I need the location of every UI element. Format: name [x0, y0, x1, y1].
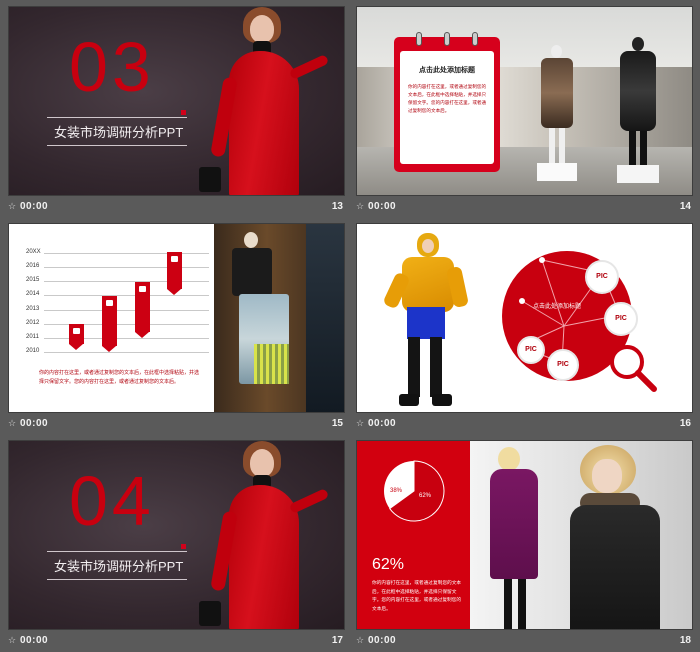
mannequin-right — [615, 37, 661, 183]
star-icon: ☆ — [356, 418, 365, 428]
boutique-rack-photo — [214, 224, 344, 412]
center-title: 点击此处添加标题 — [532, 304, 581, 310]
title-divider-top — [47, 551, 187, 552]
chat-icon — [106, 300, 113, 306]
section-number: 03 — [69, 28, 155, 106]
pic-placeholder: PIC — [547, 349, 579, 381]
slide-16-preview: 点击此处添加标题 PIC PIC PIC PIC — [356, 223, 693, 413]
note-card: 点击此处添加标题 你的内容打在这里，或者通过复制您的文本后，在此框中选择粘贴，并… — [394, 32, 500, 172]
gridline — [44, 281, 209, 282]
gridline — [44, 352, 209, 353]
accent-dot — [181, 544, 186, 549]
slide-number: 14 — [679, 201, 691, 212]
body-text: 你的内容打在这里，或者通过复制您的文本后，在此框中选择粘贴，并选择只保留文字。您… — [39, 370, 200, 385]
slide-18-preview: 38% 62% 62% 你的内容打在这里，或者通过复制您的文本后，在此框中选择粘… — [356, 440, 693, 630]
slide-17-preview: 04 女装市场调研分析PPT — [8, 440, 345, 630]
gridline — [44, 310, 209, 311]
gridline — [44, 267, 209, 268]
slide-thumbnail-14[interactable]: 点击此处添加标题 你的内容打在这里，或者通过复制您的文本后，在此框中选择粘贴，并… — [356, 6, 693, 218]
slide-thumbnail-18[interactable]: 38% 62% 62% 你的内容打在这里，或者通过复制您的文本后，在此框中选择粘… — [356, 440, 693, 652]
slide-number: 18 — [679, 635, 691, 646]
slide-timing: 00:00 — [368, 635, 397, 646]
gridline — [44, 295, 209, 296]
slide-thumbnail-16[interactable]: 点击此处添加标题 PIC PIC PIC PIC ☆ 00:00 16 — [356, 223, 693, 435]
timeline-label: 2013 — [26, 306, 40, 312]
red-info-panel: 38% 62% 62% 你的内容打在这里，或者通过复制您的文本后，在此框中选择粘… — [357, 441, 470, 629]
body-text: 你的内容打在这里，或者通过复制您的文本后，在此框中选择粘贴，并选择只保留文字。您… — [372, 580, 462, 611]
note-title: 点击此处添加标题 — [419, 67, 475, 74]
gridline — [44, 253, 209, 254]
note-body: 你的内容打在这里，或者通过复制您的文本后，在此框中选择粘贴，并选择只保留文字。您… — [408, 84, 487, 113]
two-women-coats-photo — [470, 441, 692, 629]
title-divider-top — [47, 117, 187, 118]
timeline-flag-user — [69, 324, 84, 350]
star-icon: ☆ — [356, 201, 365, 211]
title-divider-bottom — [47, 579, 187, 580]
slide-number: 16 — [679, 418, 691, 429]
slide-thumbnail-13[interactable]: 03 女装市场调研分析PPT ☆ 00:00 13 — [8, 6, 345, 218]
accent-dot — [181, 110, 186, 115]
magnifier-icon — [610, 345, 657, 392]
pie-label-big: 62% — [419, 493, 432, 499]
slide-timing: 00:00 — [20, 635, 49, 646]
cart-icon — [171, 256, 178, 262]
pie-label-small: 38% — [390, 488, 403, 494]
slide-title: 女装市场调研分析PPT — [54, 125, 184, 140]
slide-footer: ☆ 00:00 16 — [356, 415, 693, 433]
timeline-flag-chat — [102, 296, 117, 352]
pic-placeholder: PIC — [517, 336, 545, 364]
slide-footer: ☆ 00:00 15 — [8, 415, 345, 433]
slide-number: 15 — [331, 418, 343, 429]
slide-13-preview: 03 女装市场调研分析PPT — [8, 6, 345, 196]
network-node — [519, 298, 525, 304]
title-divider-bottom — [47, 145, 187, 146]
slide-timing: 00:00 — [368, 201, 397, 212]
timeline-label: 2015 — [26, 277, 40, 283]
slide-number: 13 — [331, 201, 343, 212]
pic-placeholder: PIC — [604, 302, 638, 336]
slide-15-preview: 20XX 2016 2015 2014 2013 2012 2011 2010 … — [8, 223, 345, 413]
slide-timing: 00:00 — [20, 418, 49, 429]
slide-footer: ☆ 00:00 14 — [356, 198, 693, 216]
star-icon: ☆ — [8, 201, 17, 211]
timeline-label: 2014 — [26, 291, 40, 297]
star-icon: ☆ — [356, 635, 365, 645]
slide-thumbnail-17[interactable]: 04 女装市场调研分析PPT ☆ 00:00 17 — [8, 440, 345, 652]
slide-14-preview: 点击此处添加标题 你的内容打在这里，或者通过复制您的文本后，在此框中选择粘贴，并… — [356, 6, 693, 196]
timeline-label: 2010 — [26, 348, 40, 354]
timeline-label: 20XX — [26, 249, 41, 255]
slide-thumbnail-15[interactable]: 20XX 2016 2015 2014 2013 2012 2011 2010 … — [8, 223, 345, 435]
network-node — [539, 257, 545, 263]
user-icon — [73, 328, 80, 334]
woman-yellow-jacket-photo — [377, 229, 477, 412]
section-number: 04 — [69, 462, 155, 540]
timeline-label: 2011 — [26, 334, 39, 340]
star-icon: ☆ — [8, 635, 17, 645]
star-icon: ☆ — [8, 418, 17, 428]
slide-title: 女装市场调研分析PPT — [54, 559, 184, 574]
timeline-flag-doc — [135, 282, 150, 338]
timeline-label: 2012 — [26, 320, 40, 326]
percent-headline: 62% — [372, 556, 405, 573]
slide-footer: ☆ 00:00 13 — [8, 198, 345, 216]
timeline-label: 2016 — [26, 263, 40, 269]
slide-timing: 00:00 — [368, 418, 397, 429]
slide-footer: ☆ 00:00 17 — [8, 632, 345, 650]
document-icon — [139, 286, 146, 292]
slide-footer: ☆ 00:00 18 — [356, 632, 693, 650]
slide-timing: 00:00 — [20, 201, 49, 212]
slide-number: 17 — [331, 635, 343, 646]
mannequin-left — [537, 45, 577, 181]
pic-placeholder: PIC — [585, 260, 619, 294]
timeline-flag-cart — [167, 252, 182, 295]
